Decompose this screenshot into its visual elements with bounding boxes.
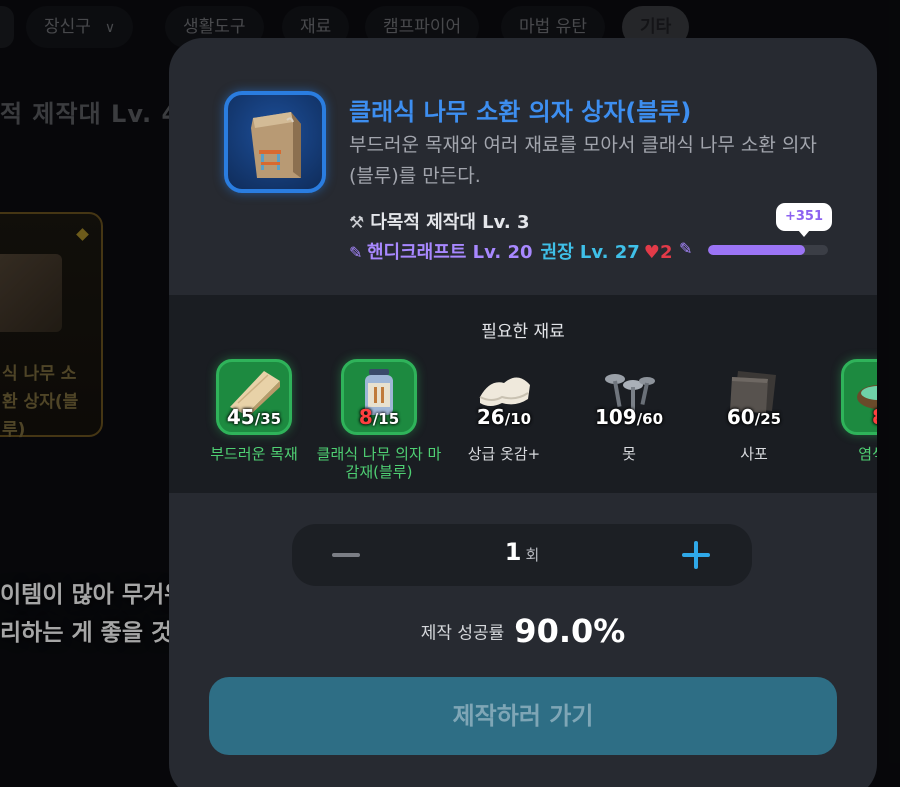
material-slot[interactable]: 60/25 사포 [694,357,814,487]
material-have: 45 [226,405,255,429]
item-title: 클래식 나무 소환 의자 상자(블루) [349,98,692,126]
material-need: 15 [378,410,400,428]
quantity-unit: 회 [525,546,540,564]
plus-icon[interactable] [682,541,710,569]
material-name: 클래식 나무 의자 마감재(블루) [316,445,442,481]
material-count: 109/60 [594,405,664,429]
xp-gain-tooltip: +351 [776,203,832,237]
handcraft-icon: ✎ [349,243,363,262]
material-slot[interactable]: 26/10 상급 옷감+ [444,357,564,487]
craft-skill-level: 핸디크래프트 Lv. 20 [367,242,533,263]
material-name: 부드러운 목재 [210,445,298,463]
material-name: 상급 옷감+ [467,445,541,463]
material-count: 60/25 [726,405,782,429]
material-need: 60 [642,410,664,428]
bench-label: 다목적 제작대 Lv. 3 [370,212,530,233]
wooden-chair-crate-icon [251,112,301,178]
hammer-icon: ⚒ [349,213,365,233]
quantity-value: 1 [504,538,522,566]
material-slot[interactable]: 109/60 못 [569,357,689,487]
material-slot[interactable]: 8/15 클래식 나무 의자 마감재(블루) [317,357,441,487]
material-have: 26 [476,405,505,429]
go-craft-button[interactable]: 제작하러 가기 [209,677,837,755]
materials-title: 필요한 재료 [481,322,565,342]
required-bench: ⚒ 다목적 제작대 Lv. 3 [349,208,530,234]
material-slot[interactable]: 45/35 부드러운 목재 [194,357,314,487]
material-slot[interactable]: 8 염색의 [819,357,877,487]
material-count: 45/35 [226,405,282,429]
xp-progress-bar [708,245,828,255]
materials-section: 필요한 재료 45/35 부드러운 목재 8/15 클래식 나무 의자 마감재(… [169,295,877,493]
item-description: 부드러운 목재와 여러 재료를 모아서 클래식 나무 소환 의자(블루)를 만든… [349,134,817,187]
material-need: 10 [510,410,532,428]
success-rate: 제작 성공률 90.0% [169,612,877,650]
handcraft-xp-icon: ✎ [679,239,693,258]
material-count: 26/10 [476,405,532,429]
material-need: 35 [260,410,282,428]
heart-icon: ♥ [643,242,660,263]
material-name: 염색의 [858,445,877,463]
recommended-level: 권장 Lv. 27 [540,242,640,263]
material-have: 109 [594,405,637,429]
xp-progress-fill [708,245,806,255]
quantity-stepper: 1회 [292,524,752,586]
material-have: 60 [726,405,755,429]
item-icon-frame [224,91,326,193]
material-have: 8 [358,405,373,429]
material-count: 8 [819,405,877,429]
success-rate-value: 90.0% [514,612,626,650]
material-have: 8 [872,405,877,429]
heart-count: 2 [659,242,673,263]
material-count: 8/15 [358,405,400,429]
material-need: 25 [760,410,782,428]
material-name: 사포 [740,445,768,463]
success-rate-label: 제작 성공률 [420,623,505,644]
craft-panel: 클래식 나무 소환 의자 상자(블루) 부드러운 목재와 여러 재료를 모아서 … [169,38,877,787]
material-name: 못 [622,445,636,463]
